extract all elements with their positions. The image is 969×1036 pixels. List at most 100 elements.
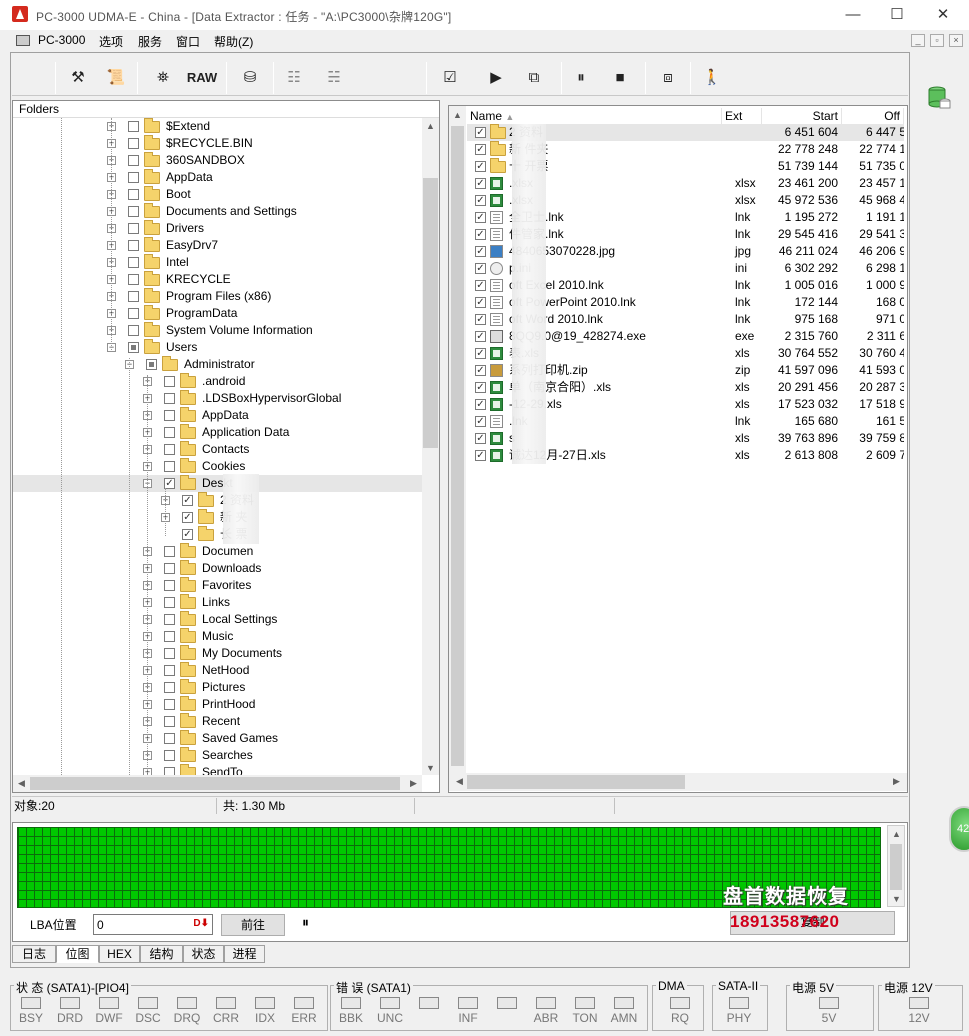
tree-checkbox[interactable]: [128, 240, 139, 251]
tree-checkbox[interactable]: [164, 665, 175, 676]
pause-button[interactable]: ⏸: [302, 914, 309, 931]
tree-checkbox[interactable]: ✓: [182, 529, 193, 540]
tree-checkbox[interactable]: [128, 223, 139, 234]
tab-4[interactable]: 状态: [183, 945, 224, 963]
tree-row[interactable]: + SendTo: [13, 764, 423, 775]
tree-row[interactable]: +✓新 夹: [13, 509, 423, 526]
file-checkbox[interactable]: ✓: [475, 433, 486, 444]
menu-service[interactable]: 服务: [138, 33, 162, 50]
tree-row[interactable]: + Pictures: [13, 679, 423, 696]
tree-row[interactable]: + Application Data: [13, 424, 423, 441]
tools-icon[interactable]: ⚒: [64, 64, 92, 92]
binoculars-icon[interactable]: ⛯: [149, 64, 177, 92]
file-checkbox[interactable]: ✓: [475, 161, 486, 172]
file-checkbox[interactable]: ✓: [475, 246, 486, 257]
tree-checkbox[interactable]: [146, 359, 157, 370]
file-checkbox[interactable]: ✓: [475, 331, 486, 342]
tree-row[interactable]: + Recent: [13, 713, 423, 730]
tree-checkbox[interactable]: [164, 580, 175, 591]
tree-row[interactable]: + $RECYCLE.BIN: [13, 135, 423, 152]
windows-icon[interactable]: ⧈: [654, 64, 682, 92]
play-icon[interactable]: ▶: [482, 64, 510, 92]
minimize-button[interactable]: —: [830, 0, 876, 30]
tree-row[interactable]: + Program Files (x86): [13, 288, 423, 305]
tree-checkbox[interactable]: [164, 546, 175, 557]
tree-row[interactable]: + Music: [13, 628, 423, 645]
file-checkbox[interactable]: ✓: [475, 416, 486, 427]
exit-icon[interactable]: 🚶: [698, 64, 726, 92]
tree-row[interactable]: + AppData: [13, 407, 423, 424]
tree-row[interactable]: + Searches: [13, 747, 423, 764]
file-checkbox[interactable]: ✓: [475, 229, 486, 240]
mdi-close-button[interactable]: ×: [949, 34, 963, 47]
file-checkbox[interactable]: ✓: [475, 127, 486, 138]
tree-row[interactable]: + Downloads: [13, 560, 423, 577]
menu-options[interactable]: 选项: [99, 33, 123, 50]
file-checkbox[interactable]: ✓: [475, 263, 486, 274]
database-icon[interactable]: [926, 84, 952, 110]
tree-row[interactable]: − Administrator: [13, 356, 423, 373]
floating-badge[interactable]: 42: [949, 806, 969, 852]
scroll-up-icon[interactable]: ▲: [422, 121, 439, 131]
file-checkbox[interactable]: ✓: [475, 348, 486, 359]
tree-checkbox[interactable]: ✓: [182, 512, 193, 523]
decimal-icon[interactable]: D⬇: [193, 918, 209, 929]
tree-vertical-scrollbar[interactable]: ▲ ▼: [422, 118, 439, 775]
scroll-left-icon[interactable]: ◀: [13, 778, 30, 789]
tab-3[interactable]: 结构: [140, 945, 183, 963]
column-start[interactable]: Start: [762, 108, 842, 125]
tree-row[interactable]: + PrintHood: [13, 696, 423, 713]
file-checkbox[interactable]: ✓: [475, 144, 486, 155]
tree-row[interactable]: + Links: [13, 594, 423, 611]
tree-checkbox[interactable]: [164, 563, 175, 574]
tree-row[interactable]: + AppData: [13, 169, 423, 186]
tree-checkbox[interactable]: [128, 172, 139, 183]
tree-checkbox[interactable]: [128, 155, 139, 166]
scroll-right-icon[interactable]: ▶: [405, 778, 422, 789]
file-checkbox[interactable]: ✓: [475, 212, 486, 223]
stop-icon[interactable]: ■: [606, 64, 634, 92]
tree-row[interactable]: + My Documents: [13, 645, 423, 662]
tree-row[interactable]: + Boot: [13, 186, 423, 203]
tree-row[interactable]: − ✓ Deskt: [13, 475, 423, 492]
scroll-up-icon[interactable]: ▲: [888, 829, 905, 839]
scroll-left-icon[interactable]: ◀: [451, 776, 468, 787]
tree-checkbox[interactable]: [128, 308, 139, 319]
tree-checkbox[interactable]: [128, 189, 139, 200]
tree-checkbox[interactable]: [164, 648, 175, 659]
list-horizontal-scrollbar[interactable]: ◀ ▶: [449, 773, 907, 791]
tree-row[interactable]: + ProgramData: [13, 305, 423, 322]
column-name[interactable]: Name ▲: [467, 108, 722, 125]
tree-checkbox[interactable]: [128, 274, 139, 285]
tree-row[interactable]: + Contacts: [13, 441, 423, 458]
scroll-thumb[interactable]: [467, 775, 685, 789]
column-ext[interactable]: Ext: [722, 108, 762, 125]
tree-row[interactable]: +✓2 资料: [13, 492, 423, 509]
scroll-thumb[interactable]: [451, 126, 464, 766]
scroll-thumb[interactable]: [423, 178, 438, 448]
tree-checkbox[interactable]: [128, 121, 139, 132]
mdi-restore-button[interactable]: ▫: [930, 34, 944, 47]
tree-row[interactable]: + KRECYCLE: [13, 271, 423, 288]
file-checkbox[interactable]: ✓: [475, 178, 486, 189]
network-icon[interactable]: ⧉: [520, 64, 548, 92]
tree-row[interactable]: + Documents and Settings: [13, 203, 423, 220]
tree-row[interactable]: + Local Settings: [13, 611, 423, 628]
go-button[interactable]: 前往: [221, 914, 285, 936]
tab-0[interactable]: 日志: [12, 945, 56, 963]
tree-row[interactable]: ✓长 票: [13, 526, 423, 543]
tree-checkbox[interactable]: [128, 206, 139, 217]
tree-checkbox[interactable]: [164, 393, 175, 404]
tree-row[interactable]: + NetHood: [13, 662, 423, 679]
file-checkbox[interactable]: ✓: [475, 195, 486, 206]
file-checkbox[interactable]: ✓: [475, 382, 486, 393]
tree-row[interactable]: + Documen: [13, 543, 423, 560]
tree-checkbox[interactable]: [128, 138, 139, 149]
tree-checkbox[interactable]: [164, 597, 175, 608]
scroll-up-icon[interactable]: ▲: [449, 110, 466, 120]
tree-row[interactable]: + .LDSBoxHypervisorGlobal: [13, 390, 423, 407]
scroll-thumb[interactable]: [30, 777, 400, 790]
file-checkbox[interactable]: ✓: [475, 365, 486, 376]
menu-window[interactable]: 窗口: [176, 33, 200, 50]
tree-row[interactable]: + Cookies: [13, 458, 423, 475]
